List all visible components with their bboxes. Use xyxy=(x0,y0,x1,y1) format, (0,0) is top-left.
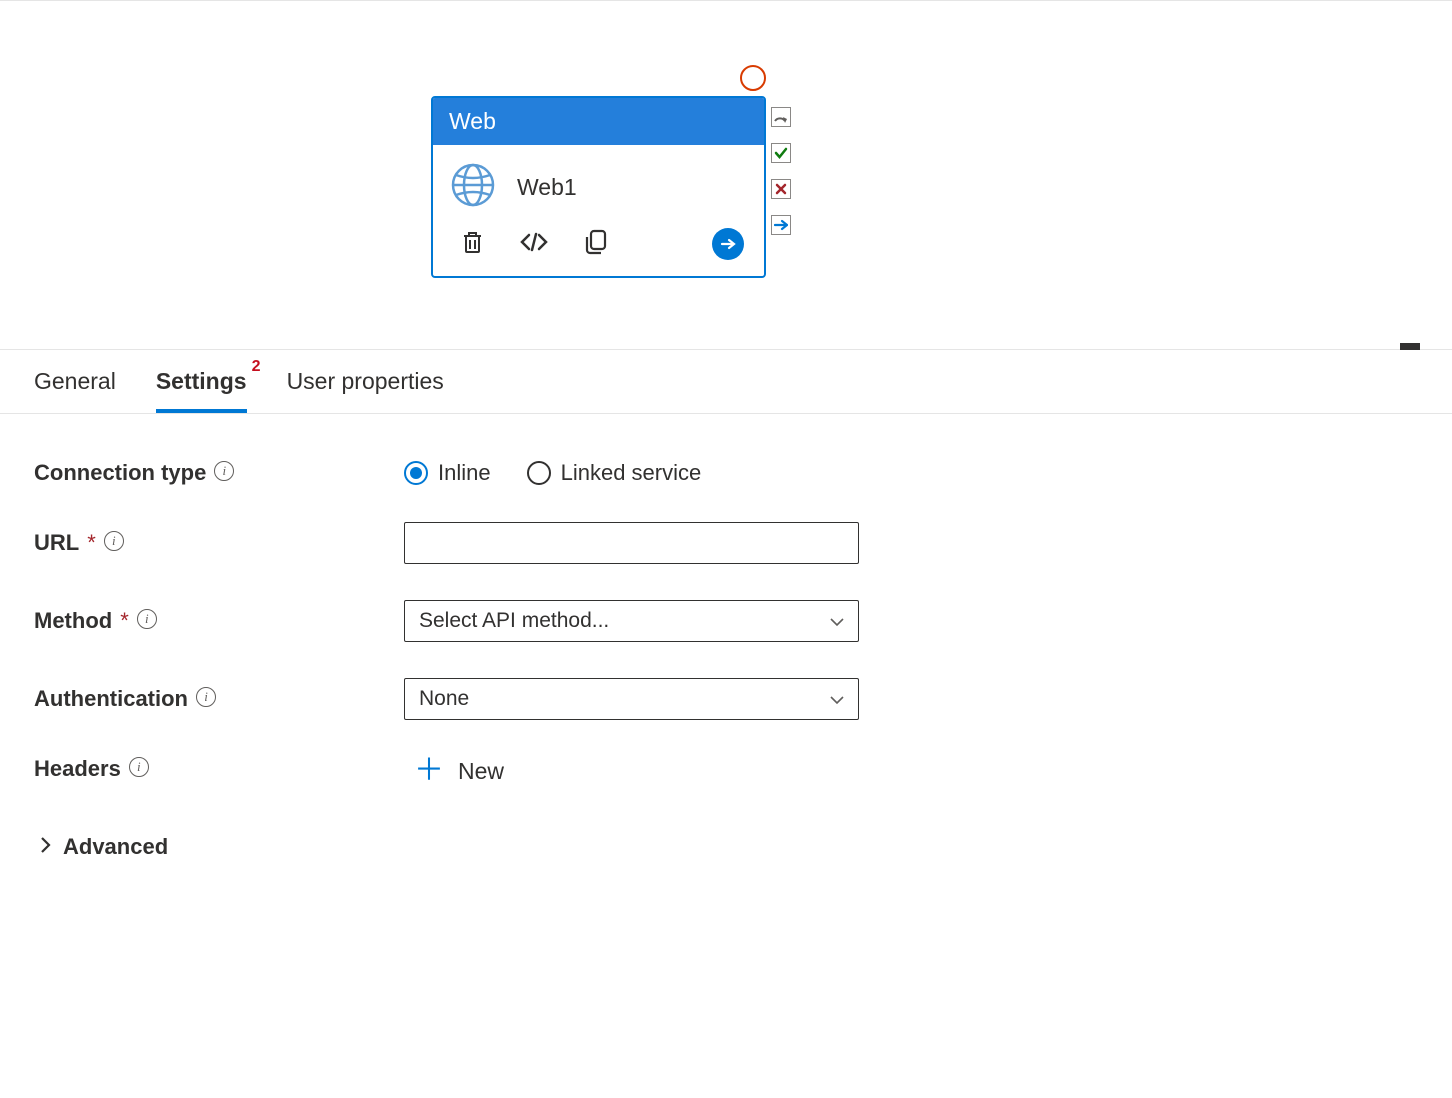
new-header-button-label: New xyxy=(458,758,504,785)
failure-handle-icon[interactable] xyxy=(771,179,791,199)
new-header-button[interactable]: ＋ New xyxy=(404,756,504,786)
properties-tabs: General Settings 2 User properties xyxy=(0,350,1452,414)
advanced-label-text: Advanced xyxy=(63,834,168,860)
method-label-text: Method xyxy=(34,608,112,634)
info-icon[interactable]: i xyxy=(196,687,216,707)
connection-type-label-text: Connection type xyxy=(34,460,206,486)
code-icon[interactable] xyxy=(520,232,548,257)
pipeline-canvas[interactable]: Web Web1 xyxy=(0,0,1452,350)
delete-icon[interactable] xyxy=(461,229,484,260)
info-icon[interactable]: i xyxy=(129,757,149,777)
authentication-select-value: None xyxy=(419,687,469,711)
info-icon[interactable]: i xyxy=(104,531,124,551)
info-icon[interactable]: i xyxy=(214,461,234,481)
activity-outcome-handles xyxy=(771,107,791,235)
radio-inline[interactable]: Inline xyxy=(404,460,491,486)
radio-linked-service-label: Linked service xyxy=(561,460,702,486)
required-asterisk: * xyxy=(87,530,96,556)
skip-handle-icon[interactable] xyxy=(771,107,791,127)
authentication-label: Authentication i xyxy=(34,686,404,712)
panel-collapse-handle[interactable] xyxy=(1400,343,1420,350)
settings-form: Connection type i Inline Linked service … xyxy=(0,414,1452,860)
authentication-label-text: Authentication xyxy=(34,686,188,712)
advanced-section-toggle[interactable]: Advanced xyxy=(40,834,1452,860)
method-select-value: Select API method... xyxy=(419,609,609,633)
activity-card-web[interactable]: Web Web1 xyxy=(431,96,766,278)
annotation-circle xyxy=(740,65,766,91)
authentication-select[interactable]: None xyxy=(404,678,859,720)
required-asterisk: * xyxy=(120,608,129,634)
connection-type-label: Connection type i xyxy=(34,460,404,486)
completion-handle-icon[interactable] xyxy=(771,215,791,235)
activity-type-label: Web xyxy=(433,98,764,145)
url-label-text: URL xyxy=(34,530,79,556)
radio-linked-service[interactable]: Linked service xyxy=(527,460,702,486)
url-label: URL * i xyxy=(34,530,404,556)
tab-settings[interactable]: Settings 2 xyxy=(156,368,247,413)
method-select[interactable]: Select API method... xyxy=(404,600,859,642)
chevron-right-icon xyxy=(40,834,51,860)
activity-name: Web1 xyxy=(517,174,577,201)
tab-settings-badge: 2 xyxy=(252,358,261,376)
headers-label-text: Headers xyxy=(34,756,121,782)
plus-icon: ＋ xyxy=(414,756,444,786)
method-label: Method * i xyxy=(34,608,404,634)
tab-general[interactable]: General xyxy=(34,368,116,413)
globe-icon xyxy=(451,163,495,212)
info-icon[interactable]: i xyxy=(137,609,157,629)
run-arrow-icon[interactable] xyxy=(712,228,744,260)
radio-inline-label: Inline xyxy=(438,460,491,486)
tab-user-properties[interactable]: User properties xyxy=(287,368,444,413)
url-input[interactable] xyxy=(404,522,859,564)
success-handle-icon[interactable] xyxy=(771,143,791,163)
tab-settings-label: Settings xyxy=(156,368,247,394)
copy-icon[interactable] xyxy=(584,229,608,260)
chevron-down-icon xyxy=(830,687,844,711)
chevron-down-icon xyxy=(830,609,844,633)
headers-label: Headers i xyxy=(34,756,404,782)
